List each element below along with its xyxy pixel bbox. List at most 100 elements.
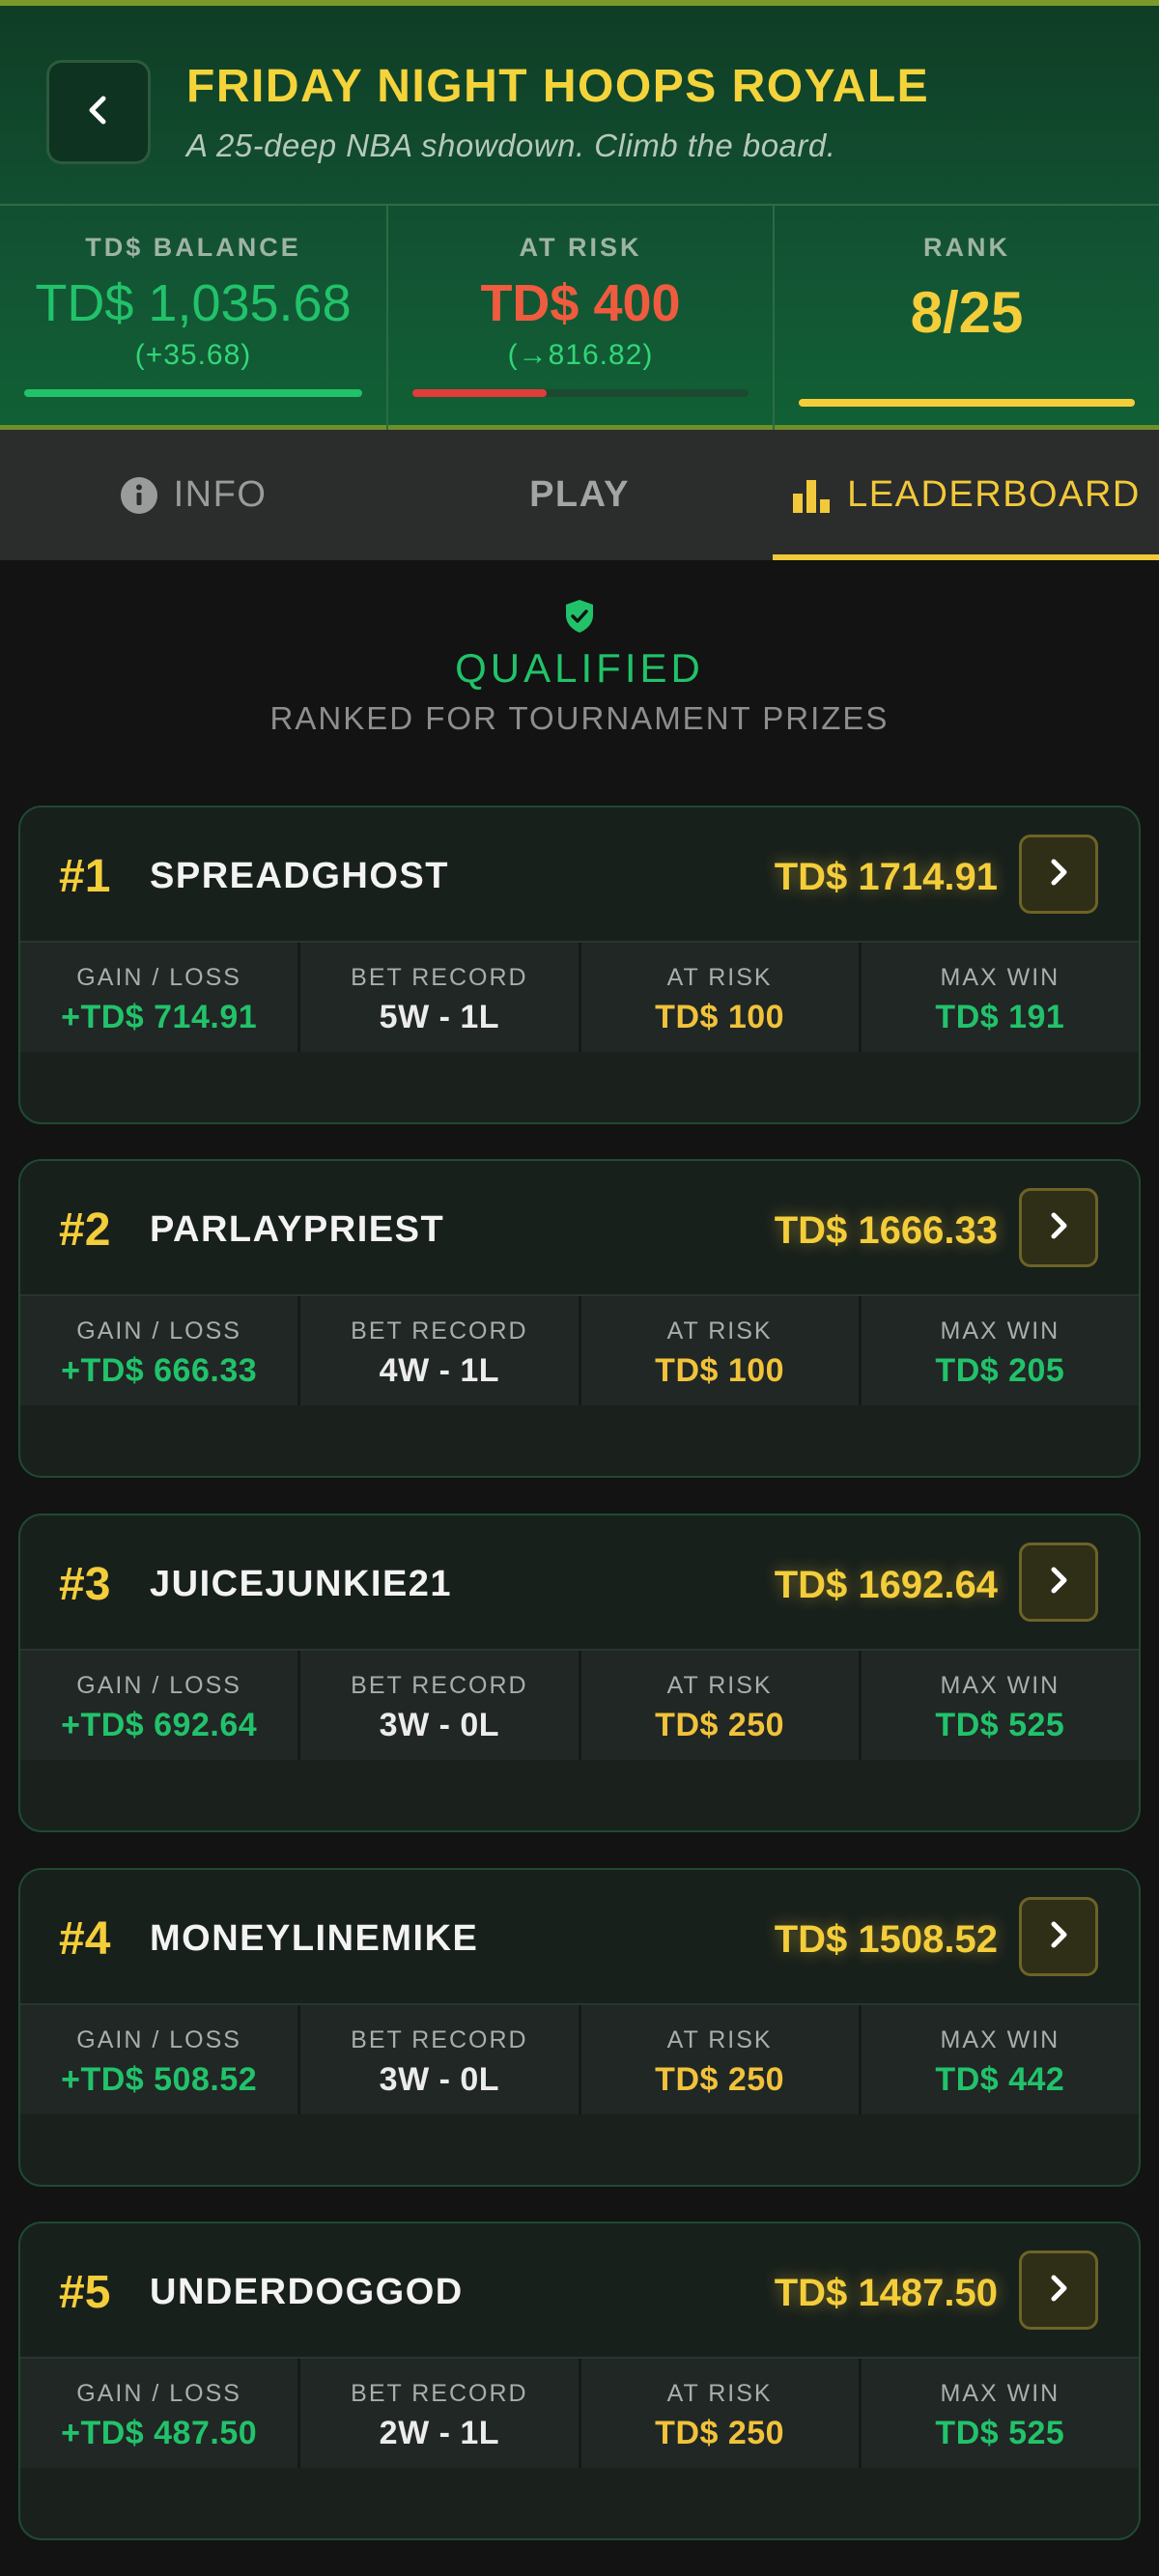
player-rank: #1 bbox=[59, 851, 111, 902]
view-player-button[interactable] bbox=[1019, 1897, 1098, 1976]
card-stats: GAIN / LOSS +TD$ 714.91 BET RECORD 5W - … bbox=[20, 941, 1139, 1052]
bet-record-label: BET RECORD bbox=[351, 2026, 528, 2053]
bet-record-stat: BET RECORD 3W - 0L bbox=[297, 2005, 578, 2114]
card-header: #3 JUICEJUNKIE21 TD$ 1692.64 bbox=[20, 1515, 1139, 1649]
gain-loss-label: GAIN / LOSS bbox=[76, 1317, 241, 1345]
rank-stat: RANK 8/25 bbox=[773, 206, 1159, 431]
leaderboard-card[interactable]: #1 SPREADGHOST TD$ 1714.91 GAIN / LOSS +… bbox=[18, 806, 1141, 1124]
leaderboard-card[interactable]: #3 JUICEJUNKIE21 TD$ 1692.64 GAIN / LOSS… bbox=[18, 1514, 1141, 1832]
bet-record-label: BET RECORD bbox=[351, 1672, 528, 1699]
chevron-right-icon bbox=[1044, 2272, 1073, 2309]
bet-record-label: BET RECORD bbox=[351, 1317, 528, 1345]
player-total: TD$ 1508.52 bbox=[774, 1918, 998, 1961]
view-player-button[interactable] bbox=[1019, 835, 1098, 914]
rank-value: 8/25 bbox=[910, 280, 1024, 345]
at-risk-stat: AT RISK TD$ 250 bbox=[578, 2359, 859, 2468]
max-win-stat: MAX WIN TD$ 525 bbox=[858, 2359, 1139, 2468]
at-risk-label: AT RISK bbox=[666, 2026, 773, 2053]
info-icon bbox=[120, 476, 158, 515]
player-name: SPREADGHOST bbox=[150, 856, 449, 896]
player-name: JUICEJUNKIE21 bbox=[150, 1564, 453, 1604]
balance-label: TD$ BALANCE bbox=[85, 233, 301, 262]
bet-record-value: 5W - 1L bbox=[379, 999, 500, 1035]
at-risk-progress-bar bbox=[412, 389, 749, 397]
rank-progress-bar bbox=[799, 399, 1135, 407]
at-risk-value: TD$ 250 bbox=[655, 2061, 785, 2098]
gain-loss-stat: GAIN / LOSS +TD$ 487.50 bbox=[20, 2359, 297, 2468]
rank-label: RANK bbox=[923, 233, 1010, 262]
qualified-subtitle: RANKED FOR TOURNAMENT PRIZES bbox=[269, 700, 890, 736]
at-risk-label: AT RISK bbox=[666, 2380, 773, 2407]
at-risk-projection: (→816.82) bbox=[507, 339, 654, 371]
max-win-value: TD$ 205 bbox=[935, 1352, 1065, 1389]
max-win-label: MAX WIN bbox=[940, 2380, 1060, 2407]
at-risk-stat: AT RISK TD$ 250 bbox=[578, 1651, 859, 1760]
bet-record-stat: BET RECORD 4W - 1L bbox=[297, 1296, 578, 1405]
max-win-stat: MAX WIN TD$ 205 bbox=[858, 1296, 1139, 1405]
gain-loss-value: +TD$ 508.52 bbox=[61, 2061, 258, 2098]
chevron-right-icon bbox=[1044, 856, 1073, 893]
card-stats: GAIN / LOSS +TD$ 692.64 BET RECORD 3W - … bbox=[20, 1649, 1139, 1760]
leaderboard-card[interactable]: #4 MONEYLINEMIKE TD$ 1508.52 GAIN / LOSS… bbox=[18, 1868, 1141, 2187]
at-risk-value: TD$ 100 bbox=[655, 999, 785, 1035]
bet-record-stat: BET RECORD 3W - 0L bbox=[297, 1651, 578, 1760]
player-total: TD$ 1487.50 bbox=[774, 2272, 998, 2314]
bet-record-value: 2W - 1L bbox=[379, 2415, 500, 2451]
at-risk-label: AT RISK bbox=[666, 964, 773, 991]
chevron-right-icon bbox=[1044, 1209, 1073, 1247]
max-win-stat: MAX WIN TD$ 525 bbox=[858, 1651, 1139, 1760]
max-win-value: TD$ 191 bbox=[935, 999, 1065, 1035]
view-player-button[interactable] bbox=[1019, 1188, 1098, 1267]
player-name: MONEYLINEMIKE bbox=[150, 1918, 479, 1959]
max-win-stat: MAX WIN TD$ 442 bbox=[858, 2005, 1139, 2114]
gain-loss-label: GAIN / LOSS bbox=[76, 2380, 241, 2407]
at-risk-stat: AT RISK TD$ 250 bbox=[578, 2005, 859, 2114]
max-win-label: MAX WIN bbox=[940, 964, 1060, 991]
max-win-value: TD$ 525 bbox=[935, 2415, 1065, 2451]
bar-chart-icon bbox=[791, 476, 832, 515]
player-rank: #2 bbox=[59, 1204, 111, 1256]
card-header: #1 SPREADGHOST TD$ 1714.91 bbox=[20, 807, 1139, 941]
tab-info[interactable]: INFO bbox=[0, 430, 386, 560]
back-button[interactable] bbox=[46, 60, 151, 164]
at-risk-value: TD$ 250 bbox=[655, 2415, 785, 2451]
tab-play[interactable]: PLAY bbox=[386, 430, 773, 560]
tab-play-label: PLAY bbox=[529, 474, 630, 515]
at-risk-label: AT RISK bbox=[666, 1317, 773, 1345]
stats-bar: TD$ BALANCE TD$ 1,035.68 (+35.68) AT RIS… bbox=[0, 204, 1159, 431]
view-player-button[interactable] bbox=[1019, 1543, 1098, 1622]
bet-record-stat: BET RECORD 5W - 1L bbox=[297, 943, 578, 1052]
tab-info-label: INFO bbox=[173, 474, 268, 515]
player-rank: #4 bbox=[59, 1913, 111, 1965]
gain-loss-value: +TD$ 692.64 bbox=[61, 1707, 258, 1743]
max-win-label: MAX WIN bbox=[940, 2026, 1060, 2053]
card-stats: GAIN / LOSS +TD$ 487.50 BET RECORD 2W - … bbox=[20, 2357, 1139, 2468]
max-win-label: MAX WIN bbox=[940, 1317, 1060, 1345]
shield-check-icon bbox=[564, 599, 595, 638]
bet-record-value: 4W - 1L bbox=[379, 1352, 500, 1389]
qualified-title: QUALIFIED bbox=[455, 645, 704, 691]
player-total: TD$ 1692.64 bbox=[774, 1564, 998, 1606]
player-rank: #5 bbox=[59, 2267, 111, 2318]
leaderboard-card[interactable]: #5 UNDERDOGGOD TD$ 1487.50 GAIN / LOSS +… bbox=[18, 2222, 1141, 2540]
view-player-button[interactable] bbox=[1019, 2250, 1098, 2330]
player-name: PARLAYPRIEST bbox=[150, 1209, 445, 1250]
max-win-label: MAX WIN bbox=[940, 1672, 1060, 1699]
at-risk-value: TD$ 250 bbox=[655, 1707, 785, 1743]
bet-record-value: 3W - 0L bbox=[379, 2061, 500, 2098]
page-title: FRIDAY NIGHT HOOPS ROYALE bbox=[186, 61, 930, 112]
chevron-right-icon bbox=[1044, 1918, 1073, 1956]
at-risk-stat: AT RISK TD$ 400 (→816.82) bbox=[386, 206, 773, 431]
leaderboard-card[interactable]: #2 PARLAYPRIEST TD$ 1666.33 GAIN / LOSS … bbox=[18, 1159, 1141, 1478]
at-risk-label: AT RISK bbox=[666, 1672, 773, 1699]
player-name: UNDERDOGGOD bbox=[150, 2272, 464, 2312]
card-header: #4 MONEYLINEMIKE TD$ 1508.52 bbox=[20, 1870, 1139, 2003]
chevron-left-icon bbox=[79, 91, 118, 134]
max-win-value: TD$ 525 bbox=[935, 1707, 1065, 1743]
player-rank: #3 bbox=[59, 1559, 111, 1610]
gain-loss-value: +TD$ 666.33 bbox=[61, 1352, 258, 1389]
gain-loss-label: GAIN / LOSS bbox=[76, 1672, 241, 1699]
rank-progress-fill bbox=[799, 399, 1135, 407]
bet-record-value: 3W - 0L bbox=[379, 1707, 500, 1743]
tab-leaderboard[interactable]: LEADERBOARD bbox=[773, 430, 1159, 560]
